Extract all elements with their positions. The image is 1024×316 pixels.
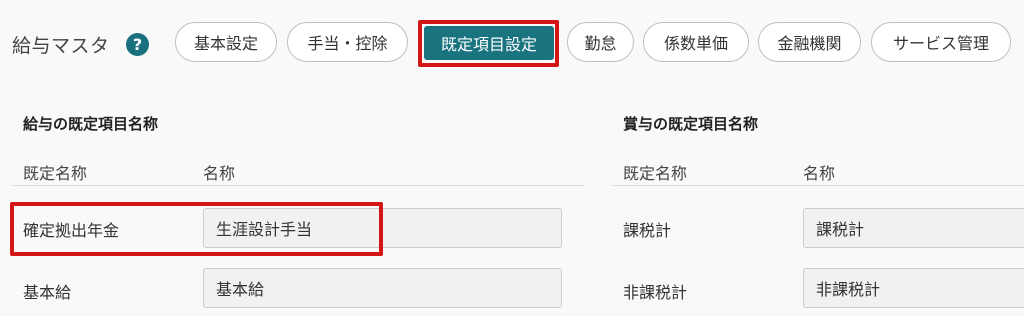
tab-default-items[interactable]: 既定項目設定 [424, 26, 554, 60]
bonus-row-label: 課税計 [623, 221, 672, 240]
salary-row-label: 基本給 [23, 283, 72, 302]
bonus-divider [612, 185, 1024, 186]
salary-row-label: 確定拠出年金 [23, 221, 120, 240]
bonus-col-default-name: 既定名称 [623, 164, 688, 183]
salary-divider [12, 185, 584, 186]
bonus-col-name: 名称 [803, 164, 836, 183]
bonus-row-label: 非課税計 [623, 283, 688, 302]
tab-coefficient-unit-price[interactable]: 係数単価 [643, 22, 749, 62]
salary-col-default-name: 既定名称 [23, 164, 88, 183]
header: 給与マスタ ? 基本設定 手当・控除 既定項目設定 勤怠 係数単価 金融機関 サ… [0, 0, 1024, 86]
bonus-name-input[interactable] [803, 208, 1024, 248]
tab-attendance[interactable]: 勤怠 [567, 22, 634, 62]
tab-basic-settings[interactable]: 基本設定 [175, 22, 277, 62]
salary-name-input[interactable] [203, 208, 562, 248]
salary-section-title: 給与の既定項目名称 [23, 115, 159, 133]
page-title: 給与マスタ [12, 35, 110, 57]
bonus-section-title: 賞与の既定項目名称 [623, 115, 759, 133]
tab-allowance-deduction[interactable]: 手当・控除 [287, 22, 408, 62]
help-icon[interactable]: ? [126, 33, 149, 56]
salary-name-input[interactable] [203, 268, 562, 308]
bonus-name-input[interactable] [803, 268, 1024, 308]
salary-col-name: 名称 [203, 164, 236, 183]
tab-service-management[interactable]: サービス管理 [871, 22, 1011, 62]
tab-financial-institutions[interactable]: 金融機関 [758, 22, 861, 62]
